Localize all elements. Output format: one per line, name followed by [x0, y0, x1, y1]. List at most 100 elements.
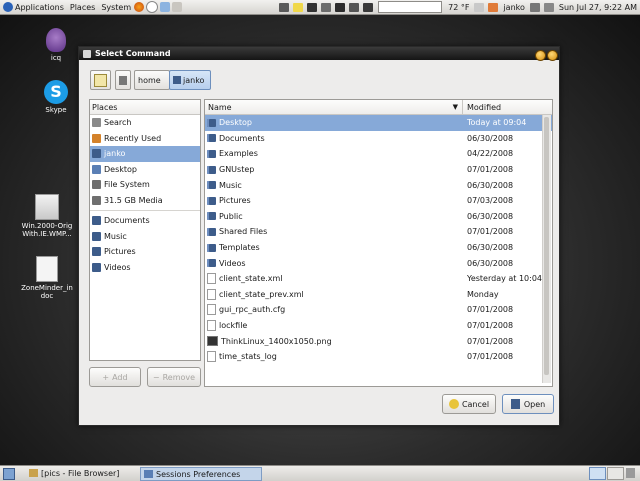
desktop-icon-icq[interactable]: icq: [38, 28, 74, 62]
clock-icon: [92, 133, 101, 143]
bookmark-item[interactable]: Music: [90, 229, 200, 245]
bookmark-label: Music: [104, 231, 127, 241]
file-row[interactable]: Desktop Today at 09:04: [205, 115, 552, 131]
terminal-icon[interactable]: [307, 2, 318, 12]
icq-icon: [46, 28, 66, 52]
file-row[interactable]: Templates 06/30/2008: [205, 240, 552, 256]
weather-icon: [363, 2, 374, 12]
gnome-foot-icon: [3, 2, 13, 12]
file-row[interactable]: gui_rpc_auth.cfg 07/01/2008: [205, 302, 552, 318]
workspace-2[interactable]: [607, 467, 624, 480]
file-row[interactable]: Documents 06/30/2008: [205, 131, 552, 147]
top-panel: Applications Places System 72 °F janko S…: [0, 0, 640, 15]
bookmark-item[interactable]: Documents: [90, 213, 200, 229]
file-modified: 06/30/2008: [467, 243, 514, 253]
path-home-button[interactable]: home: [134, 70, 170, 90]
network-icon[interactable]: [279, 2, 290, 12]
file-name: Examples: [219, 149, 258, 159]
file-name-cell: Desktop: [205, 118, 463, 127]
task-sessions-preferences[interactable]: Sessions Preferences: [140, 467, 262, 481]
name-column-header[interactable]: Name ▼: [205, 100, 463, 114]
place-item[interactable]: 31.5 GB Media: [90, 193, 200, 209]
bookmark-item[interactable]: Videos: [90, 260, 200, 276]
places-menu[interactable]: Places: [67, 0, 98, 14]
place-item[interactable]: Search: [90, 115, 200, 131]
file-row[interactable]: Public 06/30/2008: [205, 209, 552, 225]
file-name: Videos: [219, 258, 246, 268]
file-name-cell: lockfile: [205, 320, 463, 332]
select-command-dialog: Select Command home janko Places Search R…: [78, 46, 560, 426]
scrollbar-thumb[interactable]: [544, 117, 549, 375]
clock[interactable]: Sun Jul 27, 9:22 AM: [556, 0, 640, 14]
place-item[interactable]: Recently Used: [90, 131, 200, 147]
cancel-button[interactable]: Cancel: [442, 394, 496, 414]
file-row[interactable]: GNUstep 07/01/2008: [205, 162, 552, 178]
user-icon: [488, 2, 499, 12]
notes-icon[interactable]: [293, 2, 304, 12]
place-label: janko: [104, 149, 126, 159]
bookmark-label: Pictures: [104, 247, 136, 257]
desktop-icon-win2000[interactable]: Win.2000-Orig With.IE.WMP...: [16, 194, 78, 238]
disc-icon: [35, 194, 59, 220]
place-item[interactable]: Desktop: [90, 162, 200, 178]
file-name: client_state.xml: [219, 274, 283, 284]
add-bookmark-button[interactable]: + Add: [89, 367, 141, 387]
close-button[interactable]: [547, 50, 558, 61]
text-file-icon: [207, 288, 216, 300]
minimize-button[interactable]: [535, 50, 546, 61]
desktop-icon-label: icq: [50, 54, 62, 62]
launcher2-icon[interactable]: [172, 2, 183, 12]
desktop-icon-zoneminder[interactable]: ZoneMinder_in doc: [16, 256, 78, 300]
remove-bookmark-button[interactable]: − Remove: [147, 367, 201, 387]
file-row[interactable]: Music 06/30/2008: [205, 177, 552, 193]
applications-menu[interactable]: Applications: [0, 0, 67, 14]
file-row[interactable]: client_state.xml Yesterday at 10:04: [205, 271, 552, 287]
file-name: Templates: [219, 243, 260, 253]
bookmark-item[interactable]: Pictures: [90, 244, 200, 260]
help-icon[interactable]: [146, 1, 159, 13]
file-row[interactable]: Videos 06/30/2008: [205, 255, 552, 271]
folder-icon: [207, 243, 216, 252]
trash-icon[interactable]: [626, 468, 635, 478]
chat-icon[interactable]: [543, 2, 554, 12]
folder-icon: [29, 469, 38, 477]
modified-column-header[interactable]: Modified: [463, 103, 501, 112]
place-item[interactable]: File System: [90, 177, 200, 193]
file-row[interactable]: lockfile 07/01/2008: [205, 318, 552, 334]
file-row[interactable]: Shared Files 07/01/2008: [205, 224, 552, 240]
file-name: ThinkLinux_1400x1050.png: [221, 336, 332, 346]
file-name: GNUstep: [219, 165, 255, 175]
type-filename-button[interactable]: [90, 70, 111, 90]
places-header[interactable]: Places: [90, 100, 200, 115]
place-label: Desktop: [104, 164, 137, 174]
file-name: gui_rpc_auth.cfg: [219, 305, 286, 315]
file-row[interactable]: time_stats_log 07/01/2008: [205, 349, 552, 365]
volume-icon[interactable]: [529, 2, 540, 12]
file-modified: Today at 09:04: [467, 118, 527, 128]
path-janko-button[interactable]: janko: [169, 70, 211, 90]
open-button[interactable]: Open: [502, 394, 554, 414]
task-file-browser[interactable]: [pics - File Browser]: [26, 467, 140, 479]
launcher-icon[interactable]: [160, 2, 171, 12]
path-root-button[interactable]: [115, 70, 131, 90]
file-name-cell: Templates: [205, 243, 463, 252]
search-box[interactable]: [378, 1, 443, 13]
file-row[interactable]: Examples 04/22/2008: [205, 146, 552, 162]
show-desktop-icon[interactable]: [3, 468, 15, 480]
file-row[interactable]: client_state_prev.xml Monday: [205, 287, 552, 303]
place-item[interactable]: janko: [90, 146, 200, 162]
text-file-icon: [207, 273, 216, 285]
temperature-label: 72 °F: [448, 2, 470, 12]
file-row[interactable]: Pictures 07/03/2008: [205, 193, 552, 209]
folder-icon: [92, 247, 101, 257]
desktop-icon-skype[interactable]: S Skype: [38, 80, 74, 114]
user-name[interactable]: janko: [500, 0, 527, 14]
applications-menu-label: Applications: [15, 2, 64, 12]
workspace-1[interactable]: [589, 467, 606, 480]
dialog-titlebar[interactable]: Select Command: [79, 47, 559, 60]
file-row[interactable]: ThinkLinux_1400x1050.png 07/01/2008: [205, 333, 552, 349]
system-menu[interactable]: System: [98, 0, 134, 14]
firefox-icon[interactable]: [134, 2, 145, 12]
files-pane: Name ▼ Modified Desktop Today at 09:04 Doc…: [204, 99, 553, 387]
vertical-scrollbar[interactable]: [542, 115, 551, 383]
